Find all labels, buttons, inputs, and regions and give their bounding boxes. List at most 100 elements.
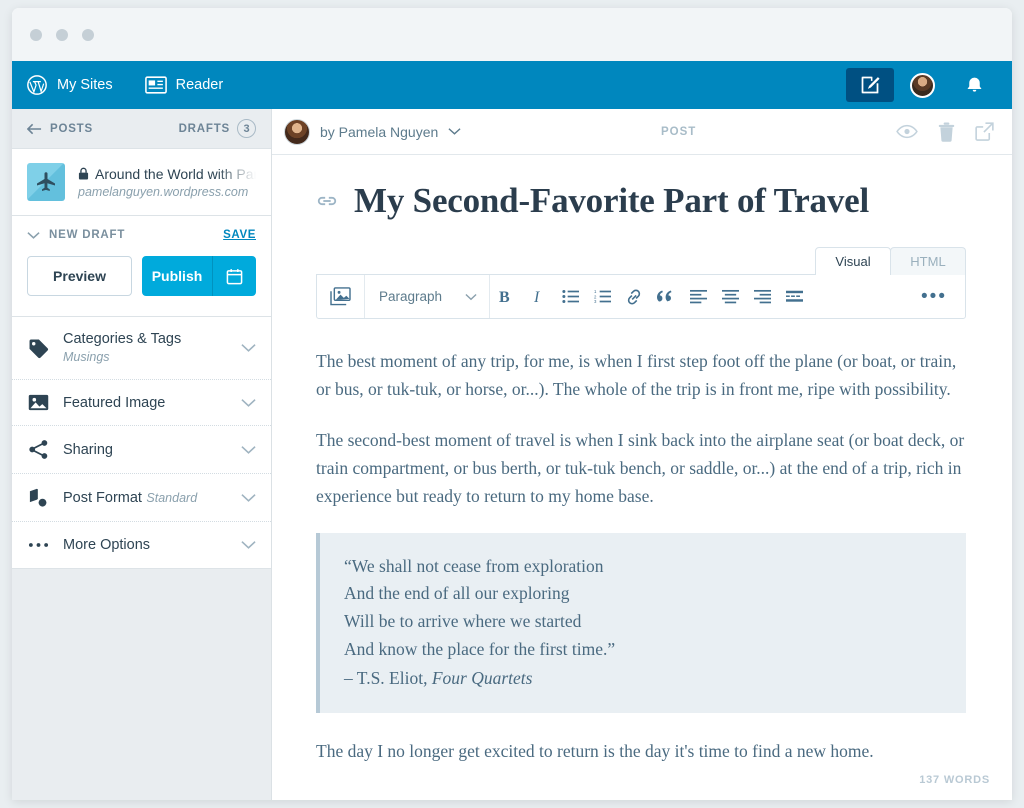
site-meta: Around the World with Pamela pamelanguye… — [78, 166, 256, 199]
sidebar-item-featured-image[interactable]: Featured Image — [12, 380, 271, 426]
tab-visual[interactable]: Visual — [815, 247, 891, 275]
ellipsis-icon — [27, 541, 49, 549]
word-count: 137 WORDS — [919, 774, 990, 786]
page-title[interactable]: My Second-Favorite Part of Travel — [354, 181, 869, 221]
trash-icon[interactable] — [938, 121, 955, 142]
svg-text:B: B — [499, 289, 510, 305]
sidebar-item-label: Sharing — [63, 441, 113, 458]
editor-mode-tabs: Visual HTML — [316, 247, 966, 275]
write-post-button[interactable] — [846, 68, 894, 102]
add-media-icon[interactable] — [317, 275, 365, 318]
quote-citation-prefix: – T.S. Eliot, — [344, 668, 432, 689]
svg-text:I: I — [533, 289, 540, 305]
sidebar-item-label: Categories & Tags — [63, 331, 182, 347]
quote-line: And know the place for the first time.” — [344, 638, 616, 659]
editor-canvas: My Second-Favorite Part of Travel Visual… — [272, 155, 1012, 800]
read-more-icon[interactable] — [778, 290, 810, 303]
italic-icon[interactable]: I — [522, 288, 554, 305]
draft-status-toggle[interactable]: NEW DRAFT — [27, 229, 125, 241]
sidebar-item-label: Featured Image — [63, 394, 166, 411]
sidebar-item-label: More Options — [63, 537, 151, 553]
quote-citation: – T.S. Eliot, Four Quartets — [344, 665, 942, 693]
account-menu-button[interactable] — [898, 68, 946, 102]
post-settings-sidebar: POSTS DRAFTS 3 Around the World with Pa … — [12, 109, 272, 800]
bulleted-list-icon[interactable] — [554, 289, 586, 304]
sidebar-item-categories-tags[interactable]: Categories & Tags Musings — [12, 317, 271, 380]
drafts-count-badge: 3 — [237, 119, 256, 138]
numbered-list-icon[interactable]: 1 2 3 — [586, 289, 618, 304]
window-close-dot[interactable] — [30, 28, 42, 41]
image-icon — [27, 393, 49, 412]
sidebar-item-text: Sharing — [63, 441, 227, 459]
align-right-icon[interactable] — [746, 289, 778, 304]
tag-icon — [27, 338, 49, 359]
back-label: POSTS — [50, 122, 93, 135]
window-minimize-dot[interactable] — [56, 28, 68, 41]
masterbar-right-group — [846, 68, 1012, 102]
chevron-down-icon — [241, 493, 256, 503]
masterbar-item-reader[interactable]: Reader — [129, 61, 240, 109]
wordpress-logo-icon — [26, 74, 48, 96]
post-type-label: POST — [660, 125, 697, 138]
schedule-button[interactable] — [212, 256, 256, 296]
eye-icon[interactable] — [896, 124, 918, 139]
sidebar-item-text: Categories & Tags Musings — [63, 330, 227, 366]
calendar-icon — [226, 268, 243, 285]
sidebar-item-sublabel: Musings — [63, 350, 110, 364]
chevron-down-icon — [465, 293, 477, 301]
draft-status-row: NEW DRAFT SAVE — [12, 216, 271, 251]
external-link-icon[interactable] — [975, 122, 994, 141]
paragraph: The best moment of any trip, for me, is … — [316, 351, 957, 400]
link-icon[interactable] — [316, 194, 338, 208]
post-title-row: My Second-Favorite Part of Travel — [316, 181, 966, 221]
site-url: pamelanguyen.wordpress.com — [78, 184, 249, 199]
quote-line: Will be to arrive where we started — [344, 611, 582, 631]
arrow-left-icon — [27, 123, 42, 135]
tab-html[interactable]: HTML — [890, 247, 966, 275]
sidebar-item-sublabel: Standard — [146, 490, 198, 505]
svg-text:3: 3 — [594, 299, 597, 304]
bold-icon[interactable]: B — [490, 288, 522, 305]
chevron-down-icon — [241, 445, 256, 455]
post-content[interactable]: The best moment of any trip, for me, is … — [316, 319, 966, 765]
site-title-row: Around the World with Pamela — [78, 166, 256, 182]
lock-icon — [78, 167, 89, 180]
publish-button-group: Publish — [142, 256, 256, 296]
chevron-down-icon — [241, 343, 256, 353]
sidebar-item-post-format[interactable]: Post Format Standard — [12, 474, 271, 522]
editor-toolbar: Paragraph B I 1 2 3 ••• — [316, 274, 966, 319]
publish-button[interactable]: Publish — [142, 256, 212, 296]
quote-citation-work: Four Quartets — [431, 668, 533, 689]
preview-button[interactable]: Preview — [27, 256, 132, 296]
editor-actions — [896, 121, 994, 142]
post-format-icon — [27, 487, 49, 508]
window-chrome — [12, 8, 1012, 61]
link-icon[interactable] — [618, 289, 650, 305]
sidebar-filler — [12, 569, 271, 800]
notifications-button[interactable] — [950, 68, 998, 102]
align-left-icon[interactable] — [682, 289, 714, 304]
align-center-icon[interactable] — [714, 289, 746, 304]
masterbar-my-sites-label: My Sites — [57, 77, 113, 93]
site-card: Around the World with Pamela pamelanguye… — [12, 148, 271, 216]
publish-actions: Preview Publish — [12, 251, 271, 316]
browser-window: My Sites Reader POSTS DRAFTS 3 Around th… — [12, 8, 1012, 800]
sidebar-item-sharing[interactable]: Sharing — [12, 426, 271, 474]
site-selector[interactable]: Around the World with Pamela pamelanguye… — [12, 149, 271, 215]
masterbar-reader-label: Reader — [175, 77, 224, 93]
chevron-down-icon — [27, 231, 40, 240]
back-to-posts-button[interactable]: POSTS — [27, 123, 93, 135]
drafts-indicator[interactable]: DRAFTS 3 — [179, 119, 256, 138]
save-button[interactable]: SAVE — [223, 229, 256, 241]
publish-card: NEW DRAFT SAVE Preview Publish — [12, 216, 271, 317]
block-format-select[interactable]: Paragraph — [365, 275, 490, 318]
sidebar-item-more-options[interactable]: More Options — [12, 522, 271, 568]
masterbar-item-my-sites[interactable]: My Sites — [12, 61, 129, 109]
quote-line: And the end of all our exploring — [344, 583, 570, 604]
chevron-down-icon — [241, 398, 256, 408]
author-selector[interactable]: by Pamela Nguyen — [284, 118, 461, 145]
chevron-down-icon — [448, 127, 461, 136]
window-maximize-dot[interactable] — [82, 28, 94, 41]
blockquote-icon[interactable] — [650, 289, 682, 304]
sidebar-item-text: More Options — [63, 536, 227, 554]
